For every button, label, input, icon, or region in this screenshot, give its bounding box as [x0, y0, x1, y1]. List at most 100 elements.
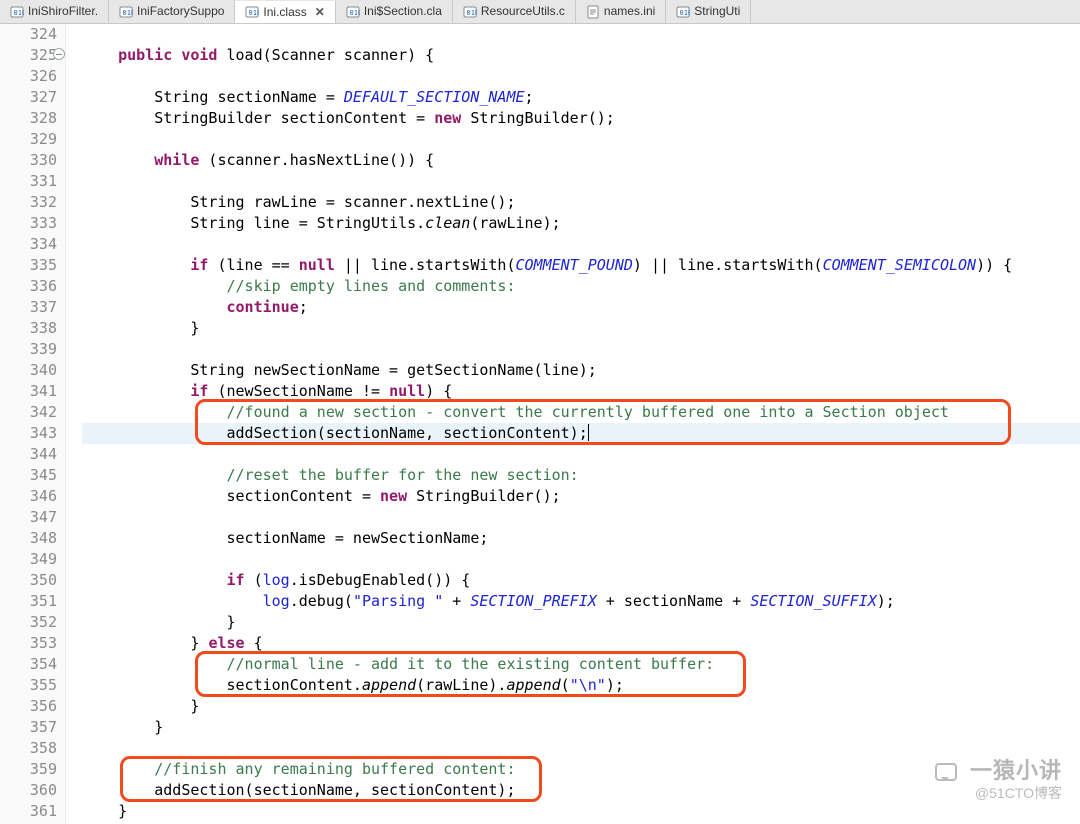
code-line[interactable]: //normal line - add it to the existing c…: [82, 654, 1080, 675]
editor-tab-5[interactable]: names.ini: [576, 0, 666, 23]
tab-label: IniShiroFilter.: [28, 1, 98, 22]
line-number: 342: [0, 402, 57, 423]
code-line[interactable]: String sectionName = DEFAULT_SECTION_NAM…: [82, 87, 1080, 108]
class-file-icon: 010: [346, 5, 360, 19]
token-plain: [82, 277, 227, 295]
token-cmt: //found a new section - convert the curr…: [227, 403, 949, 421]
code-line[interactable]: //reset the buffer for the new section:: [82, 465, 1080, 486]
token-plain: String line = StringUtils.: [82, 214, 425, 232]
code-line[interactable]: if (line == null || line.startsWith(COMM…: [82, 255, 1080, 276]
editor-tab-1[interactable]: 010 IniFactorySuppo: [109, 0, 235, 23]
code-line[interactable]: StringBuilder sectionContent = new Strin…: [82, 108, 1080, 129]
token-con: COMMENT_POUND: [516, 256, 633, 274]
code-line[interactable]: sectionContent = new StringBuilder();: [82, 486, 1080, 507]
class-file-icon: 010: [245, 5, 259, 19]
code-line[interactable]: addSection(sectionName, sectionContent);: [82, 780, 1080, 801]
class-file-icon: 010: [10, 5, 24, 19]
line-number: 324: [0, 24, 57, 45]
code-line[interactable]: continue;: [82, 297, 1080, 318]
code-line[interactable]: }: [82, 696, 1080, 717]
code-line[interactable]: [82, 66, 1080, 87]
code-line[interactable]: [82, 444, 1080, 465]
code-line[interactable]: [82, 507, 1080, 528]
code-line[interactable]: public void load(Scanner scanner) {: [82, 45, 1080, 66]
code-line[interactable]: sectionContent.append(rawLine).append("\…: [82, 675, 1080, 696]
token-plain: String sectionName =: [82, 88, 344, 106]
token-kw: null: [389, 382, 425, 400]
token-plain: StringBuilder();: [407, 487, 561, 505]
line-number-gutter: 3243253263273283293303313323333343353363…: [0, 24, 66, 824]
code-line[interactable]: [82, 549, 1080, 570]
code-line[interactable]: [82, 234, 1080, 255]
code-line[interactable]: String rawLine = scanner.nextLine();: [82, 192, 1080, 213]
code-line[interactable]: }: [82, 801, 1080, 822]
code-editor[interactable]: 3243253263273283293303313323333343353363…: [0, 24, 1080, 824]
line-number: 334: [0, 234, 57, 255]
token-str: "\n": [570, 676, 606, 694]
token-kw: if: [190, 256, 208, 274]
token-plain: ) || line.startsWith(: [633, 256, 823, 274]
code-line[interactable]: //found a new section - convert the curr…: [82, 402, 1080, 423]
code-line[interactable]: if (log.isDebugEnabled()) {: [82, 570, 1080, 591]
code-line[interactable]: [82, 171, 1080, 192]
editor-tab-6[interactable]: 010StringUti: [666, 0, 751, 23]
tab-label: IniFactorySuppo: [137, 1, 224, 22]
token-plain: (line ==: [208, 256, 298, 274]
line-number: 352: [0, 612, 57, 633]
line-number: 329: [0, 129, 57, 150]
code-line[interactable]: addSection(sectionName, sectionContent);: [82, 423, 1080, 444]
line-number: 347: [0, 507, 57, 528]
code-line[interactable]: //skip empty lines and comments:: [82, 276, 1080, 297]
token-plain: (: [561, 676, 570, 694]
code-line[interactable]: }: [82, 717, 1080, 738]
code-line[interactable]: }: [82, 318, 1080, 339]
token-plain: +: [443, 592, 470, 610]
code-line[interactable]: [82, 339, 1080, 360]
code-line[interactable]: }: [82, 612, 1080, 633]
code-line[interactable]: [82, 24, 1080, 45]
line-number: 341: [0, 381, 57, 402]
tab-label: Ini$Section.cla: [364, 1, 442, 22]
editor-tab-3[interactable]: 010 Ini$Section.cla: [336, 0, 453, 23]
code-line[interactable]: while (scanner.hasNextLine()) {: [82, 150, 1080, 171]
code-line[interactable]: } else {: [82, 633, 1080, 654]
token-plain: }: [82, 319, 199, 337]
code-line[interactable]: [82, 738, 1080, 759]
class-file-icon: 010: [119, 5, 133, 19]
token-plain: StringBuilder();: [461, 109, 615, 127]
token-mth: append: [362, 676, 416, 694]
code-line[interactable]: sectionName = newSectionName;: [82, 528, 1080, 549]
line-number: 361: [0, 801, 57, 822]
token-plain: || line.startsWith(: [335, 256, 516, 274]
tab-label: StringUti: [694, 1, 740, 22]
editor-tab-bar: 010IniShiroFilter.010IniFactorySuppo010I…: [0, 0, 1080, 24]
token-plain: [82, 571, 227, 589]
line-number: 333: [0, 213, 57, 234]
close-icon[interactable]: ✕: [311, 2, 325, 23]
editor-tab-0[interactable]: 010 IniShiroFilter.: [0, 0, 109, 23]
code-area[interactable]: public void load(Scanner scanner) { Stri…: [66, 24, 1080, 824]
token-plain: (rawLine);: [470, 214, 560, 232]
token-plain: [82, 466, 227, 484]
token-kw: new: [434, 109, 461, 127]
line-number: 358: [0, 738, 57, 759]
code-line[interactable]: log.debug("Parsing " + SECTION_PREFIX + …: [82, 591, 1080, 612]
token-kw: continue: [227, 298, 299, 316]
token-kw: if: [227, 571, 245, 589]
fold-toggle-icon[interactable]: [53, 48, 65, 60]
editor-tab-2[interactable]: 010Ini.class✕: [235, 1, 335, 24]
code-line[interactable]: [82, 129, 1080, 150]
code-line[interactable]: String newSectionName = getSectionName(l…: [82, 360, 1080, 381]
tab-label: names.ini: [604, 1, 655, 22]
editor-tab-4[interactable]: 010ResourceUtils.c: [453, 0, 576, 23]
code-line[interactable]: if (newSectionName != null) {: [82, 381, 1080, 402]
token-plain: )) {: [976, 256, 1012, 274]
token-plain: (rawLine).: [416, 676, 506, 694]
tab-label: ResourceUtils.c: [481, 1, 565, 22]
token-plain: [172, 46, 181, 64]
token-kw: if: [190, 382, 208, 400]
token-plain: + sectionName +: [597, 592, 751, 610]
code-line[interactable]: //finish any remaining buffered content:: [82, 759, 1080, 780]
code-line[interactable]: String line = StringUtils.clean(rawLine)…: [82, 213, 1080, 234]
token-cmt: //finish any remaining buffered content:: [154, 760, 515, 778]
